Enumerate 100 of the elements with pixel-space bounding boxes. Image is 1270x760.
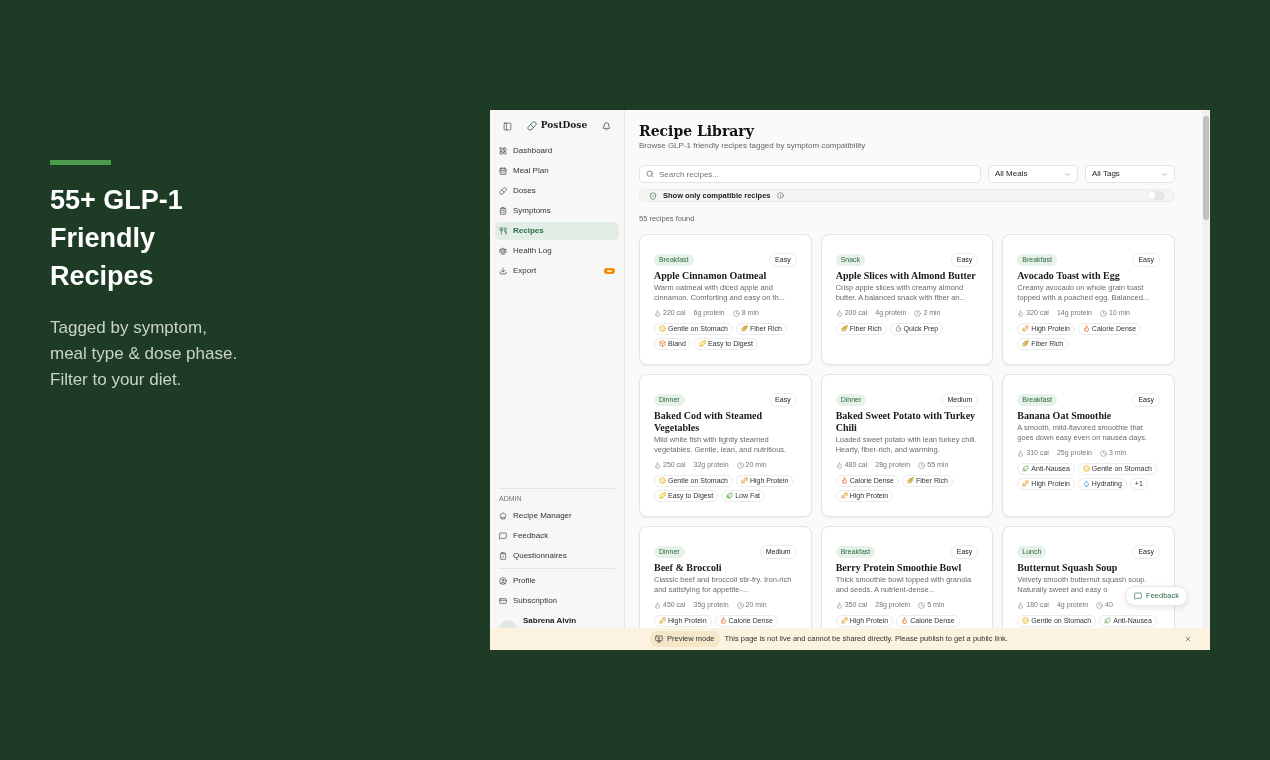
flame-icon	[654, 601, 661, 609]
user-icon	[499, 577, 507, 585]
smile-icon	[1082, 465, 1090, 472]
recipe-title: Butternut Squash Soup	[1017, 562, 1119, 574]
monitor-icon	[655, 635, 663, 643]
flame-icon	[1017, 309, 1025, 317]
wheat-icon	[740, 325, 748, 332]
recipe-title: Banana Oat Smoothie	[1017, 410, 1113, 422]
nav-item[interactable]: Export	[495, 262, 619, 280]
dumbbell-icon	[1022, 325, 1030, 332]
promo-text: Tagged by symptom,	[50, 317, 208, 339]
accent-bar	[50, 160, 111, 165]
dumbbell-icon	[1022, 480, 1030, 487]
smile-icon	[1022, 617, 1030, 624]
dumbbell-icon	[840, 617, 848, 624]
download-icon	[499, 267, 507, 275]
clock-icon	[918, 461, 926, 469]
sparkle-icon	[698, 340, 706, 347]
brand-name: PostDose	[540, 119, 588, 133]
wheat-icon	[1022, 340, 1030, 347]
nav-item[interactable]: Profile	[495, 572, 619, 590]
drop-icon	[1082, 480, 1090, 487]
shield-icon	[649, 191, 657, 200]
wheat-icon	[907, 477, 914, 484]
flame-icon	[1017, 449, 1025, 457]
info-icon[interactable]	[776, 192, 784, 200]
pill-icon	[499, 187, 507, 195]
clipboard-check-icon	[499, 552, 507, 560]
clipboard-icon	[499, 207, 507, 215]
recipe-card[interactable]	[639, 373, 812, 517]
recipe-title: Apple Slices with Almond Butter	[835, 270, 977, 282]
calendar-icon	[499, 167, 507, 175]
promo-heading: 55+ GLP-1	[50, 184, 184, 217]
clock-icon	[1099, 309, 1107, 317]
smile-icon	[659, 325, 666, 332]
chat-icon	[499, 532, 507, 540]
nav-item[interactable]: Feedback	[495, 527, 619, 545]
nav-item[interactable]: Doses	[495, 182, 619, 200]
nav-item[interactable]: Health Log	[495, 242, 619, 260]
nav-item[interactable]: Subscription	[495, 592, 619, 610]
chevron-down-icon	[1161, 170, 1168, 178]
clock-icon	[736, 461, 744, 469]
clock-icon	[1096, 601, 1104, 609]
sidebar-toggle-icon[interactable]	[503, 121, 512, 131]
recipe-title: Beef & Broccoli	[654, 562, 723, 574]
scrollbar-thumb[interactable]	[1203, 116, 1209, 220]
dumbbell-icon	[659, 617, 666, 624]
promo-text: meal type & dose phase.	[50, 343, 239, 365]
recipe-title: Berry Protein Smoothie Bowl	[835, 562, 963, 574]
leaf-icon	[1022, 465, 1030, 472]
dumbbell-icon	[740, 477, 748, 484]
wheat-icon	[840, 325, 848, 332]
promo-text: Filter to your diet.	[50, 369, 183, 391]
flame-icon	[1017, 601, 1025, 609]
user-name: Sabrena Alvin	[523, 616, 577, 626]
box-icon	[659, 340, 666, 347]
nav-item[interactable]: Meal Plan	[495, 162, 619, 180]
clock-icon	[732, 309, 740, 317]
page-title: Recipe Library	[639, 122, 756, 140]
flame-icon	[719, 617, 727, 624]
filter-dropdown[interactable]: All Tags	[1085, 165, 1175, 183]
toggle-switch[interactable]	[1147, 191, 1165, 201]
flame-icon	[835, 601, 843, 609]
search-field[interactable]: Search recipes...	[639, 165, 981, 183]
recipe-title: Apple Cinnamon Oatmeal	[654, 270, 768, 282]
flame-icon	[901, 617, 909, 624]
recipe-title: Baked Cod with Steamed Vegetables	[654, 410, 764, 434]
search-icon	[646, 170, 654, 178]
scale-icon	[499, 247, 507, 255]
promo-heading: Friendly	[50, 222, 157, 255]
dumbbell-icon	[840, 492, 848, 499]
chat-icon	[1134, 592, 1143, 600]
smile-icon	[659, 477, 666, 484]
clock-icon	[736, 601, 744, 609]
clock-icon	[1099, 449, 1107, 457]
utensils-icon	[499, 227, 507, 235]
recipe-title: Avocado Toast with Egg	[1017, 270, 1121, 282]
leaf-icon	[726, 492, 734, 499]
filter-dropdown[interactable]: All Meals	[988, 165, 1078, 183]
promo-heading: Recipes	[50, 260, 155, 293]
bell-icon[interactable]	[602, 121, 611, 131]
nav-item[interactable]: Symptoms	[495, 202, 619, 220]
sparkle-icon	[659, 492, 666, 499]
recipe-title: Baked Sweet Potato with Turkey Chili	[835, 410, 977, 434]
nav-item[interactable]: Questionnaires	[495, 547, 619, 565]
flame-icon	[654, 309, 661, 317]
page-subtitle: Browse GLP-1 friendly recipes tagged by symptom compatibility	[639, 140, 867, 151]
grid-icon	[499, 147, 507, 155]
nav-item[interactable]: Recipes	[495, 222, 619, 240]
close-icon[interactable]	[1184, 635, 1192, 643]
nav-item[interactable]: Recipe Manager	[495, 507, 619, 525]
timer-icon	[894, 325, 902, 332]
flame-icon	[1082, 325, 1090, 332]
flame-icon	[654, 461, 661, 469]
chef-hat-icon	[499, 512, 507, 520]
clock-icon	[918, 601, 926, 609]
pill-icon	[526, 121, 537, 131]
leaf-icon	[1104, 617, 1112, 624]
chevron-down-icon	[1064, 170, 1071, 178]
nav-item[interactable]: Dashboard	[495, 142, 619, 160]
